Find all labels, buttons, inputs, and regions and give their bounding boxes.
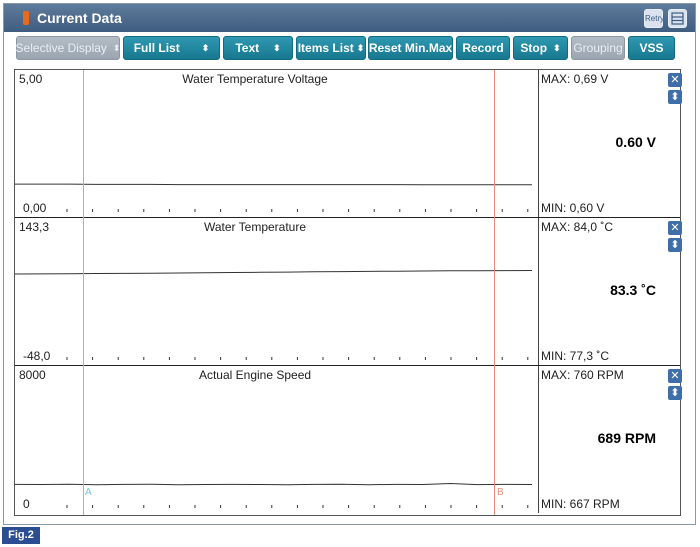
- resize-icon[interactable]: ⬍: [668, 90, 682, 104]
- retry-label: Retry: [645, 14, 665, 23]
- cursor-b-line[interactable]: [494, 70, 495, 515]
- grouping-button[interactable]: Grouping: [571, 36, 625, 60]
- plot: 8000 Actual Engine Speed 0: [15, 366, 539, 513]
- updown-icon: ⬍: [356, 42, 365, 53]
- min-value: MIN: 667 RPM: [541, 497, 620, 511]
- text-dropdown[interactable]: Text ⬍: [223, 36, 293, 60]
- max-value: MAX: 0,69 V: [541, 72, 609, 86]
- menu-icon[interactable]: [668, 9, 687, 28]
- current-value: 83.3 ˚C: [610, 282, 656, 298]
- plot: 143,3 Water Temperature -48,0: [15, 218, 539, 365]
- cursor-a-label: A: [85, 487, 92, 498]
- min-value: MIN: 0,60 V: [541, 201, 605, 215]
- grouping-label: Grouping: [573, 41, 623, 55]
- resize-icon[interactable]: ⬍: [668, 386, 682, 400]
- close-icon[interactable]: ✕: [668, 73, 682, 87]
- stop-label: Stop: [520, 41, 548, 55]
- retry-button[interactable]: Retry: [644, 9, 665, 28]
- updown-icon: ⬍: [201, 42, 210, 53]
- trace-line: [15, 183, 532, 186]
- cursor-b-label: B: [497, 487, 504, 498]
- full-list-dropdown[interactable]: Full List ⬍: [123, 36, 220, 60]
- trace-plot: [15, 270, 533, 360]
- resize-icon[interactable]: ⬍: [668, 238, 682, 252]
- value-info: MAX: 84,0 ˚C 83.3 ˚C MIN: 77,3 ˚C ✕ ⬍: [541, 218, 682, 365]
- updown-icon: ⬍: [112, 42, 121, 53]
- stop-dropdown[interactable]: Stop ⬍: [513, 36, 568, 60]
- cursor-a-line[interactable]: [83, 70, 84, 515]
- current-value: 689 RPM: [597, 430, 656, 446]
- value-info: MAX: 0,69 V 0.60 V MIN: 0,60 V ✕ ⬍: [541, 70, 682, 217]
- panel-water-temperature-voltage: 5,00 Water Temperature Voltage 0,00 MAX:…: [15, 70, 682, 218]
- panel-actual-engine-speed: 8000 Actual Engine Speed 0 MAX: 760 RPM …: [15, 366, 682, 514]
- full-list-label: Full List: [133, 41, 180, 55]
- trace-plot: [15, 482, 533, 508]
- vss-label: VSS: [639, 41, 664, 55]
- items-list-label: Items List: [297, 41, 354, 55]
- app-icon: [23, 11, 29, 25]
- graph-area: 5,00 Water Temperature Voltage 0,00 MAX:…: [14, 69, 682, 516]
- close-icon[interactable]: ✕: [668, 221, 682, 235]
- current-value: 0.60 V: [615, 134, 656, 150]
- record-button[interactable]: Record: [456, 36, 510, 60]
- window-title: Current Data: [37, 10, 122, 26]
- plot: 5,00 Water Temperature Voltage 0,00: [15, 70, 539, 217]
- close-icon[interactable]: ✕: [668, 369, 682, 383]
- min-value: MIN: 77,3 ˚C: [541, 349, 610, 363]
- max-value: MAX: 760 RPM: [541, 368, 624, 382]
- updown-icon: ⬍: [553, 42, 561, 53]
- panel-water-temperature: 143,3 Water Temperature -48,0 MAX: 84,0 …: [15, 218, 682, 366]
- vss-button[interactable]: VSS: [628, 36, 675, 60]
- items-list-dropdown[interactable]: Items List ⬍: [296, 36, 366, 60]
- selective-display-dropdown[interactable]: Selective Display ⬍: [16, 36, 120, 60]
- trace-plot: [15, 183, 532, 212]
- text-label: Text: [235, 41, 260, 55]
- trace-line: [15, 270, 533, 275]
- updown-icon: ⬍: [273, 42, 281, 53]
- reset-min-max-button[interactable]: Reset Min.Max: [368, 36, 453, 60]
- title-bar: Current Data Retry: [4, 4, 695, 32]
- value-info: MAX: 760 RPM 689 RPM MIN: 667 RPM ✕ ⬍: [541, 366, 682, 513]
- trace-line: [15, 482, 533, 486]
- max-value: MAX: 84,0 ˚C: [541, 220, 614, 234]
- record-label: Record: [462, 41, 504, 55]
- reset-min-max-label: Reset Min.Max: [368, 41, 453, 55]
- selective-display-label: Selective Display: [15, 41, 107, 55]
- figure-label: Fig.2: [2, 527, 40, 544]
